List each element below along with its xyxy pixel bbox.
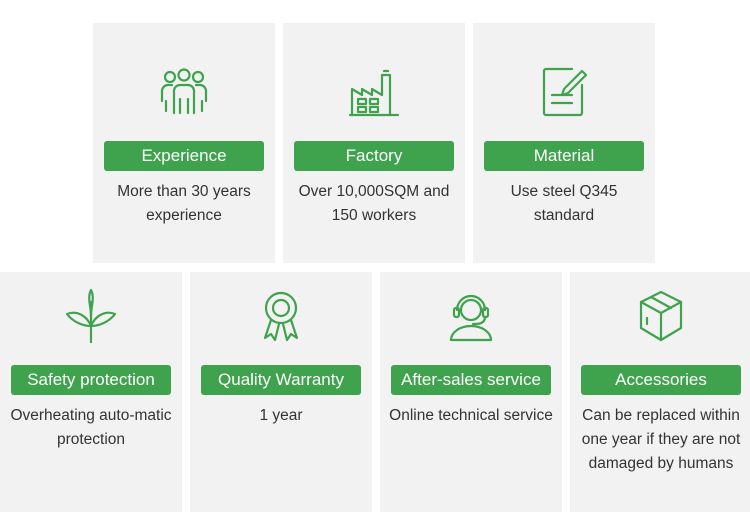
- feature-card-factory: Factory Over 10,000SQM and 150 workers: [283, 23, 465, 263]
- card-description-factory: Over 10,000SQM and 150 workers: [298, 183, 450, 224]
- award-ribbon-icon: [253, 288, 309, 344]
- card-description-material: Use steel Q345 standard: [510, 183, 618, 224]
- card-description-quality-warranty: 1 year: [259, 407, 303, 424]
- card-title-safety-protection: Safety protection: [11, 365, 171, 395]
- card-title-material: Material: [484, 141, 644, 171]
- plant-sprout-icon: [63, 288, 119, 344]
- card-description-after-sales-service: Online technical service: [389, 407, 553, 424]
- card-description-experience: More than 30 years experience: [117, 183, 251, 224]
- people-group-icon: [156, 65, 212, 121]
- document-edit-icon: [536, 65, 592, 121]
- feature-card-safety-protection: Safety protection Overheating auto-matic…: [0, 272, 182, 512]
- card-title-accessories: Accessories: [581, 365, 741, 395]
- card-title-quality-warranty: Quality Warranty: [201, 365, 361, 395]
- card-title-factory: Factory: [294, 141, 454, 171]
- feature-card-material: Material Use steel Q345 standard: [473, 23, 655, 263]
- card-description-safety-protection: Overheating auto-matic protection: [10, 407, 172, 448]
- feature-card-experience: Experience More than 30 years experience: [93, 23, 275, 263]
- factory-icon: [346, 65, 402, 121]
- card-description-accessories: Can be replaced within one year if they …: [581, 407, 741, 472]
- card-title-after-sales-service: After-sales service: [391, 365, 551, 395]
- package-box-icon: [633, 288, 689, 344]
- feature-card-quality-warranty: Quality Warranty 1 year: [190, 272, 372, 512]
- headset-support-icon: [443, 288, 499, 344]
- feature-card-after-sales-service: After-sales service Online technical ser…: [380, 272, 562, 512]
- card-title-experience: Experience: [104, 141, 264, 171]
- feature-card-accessories: Accessories Can be replaced within one y…: [570, 272, 750, 512]
